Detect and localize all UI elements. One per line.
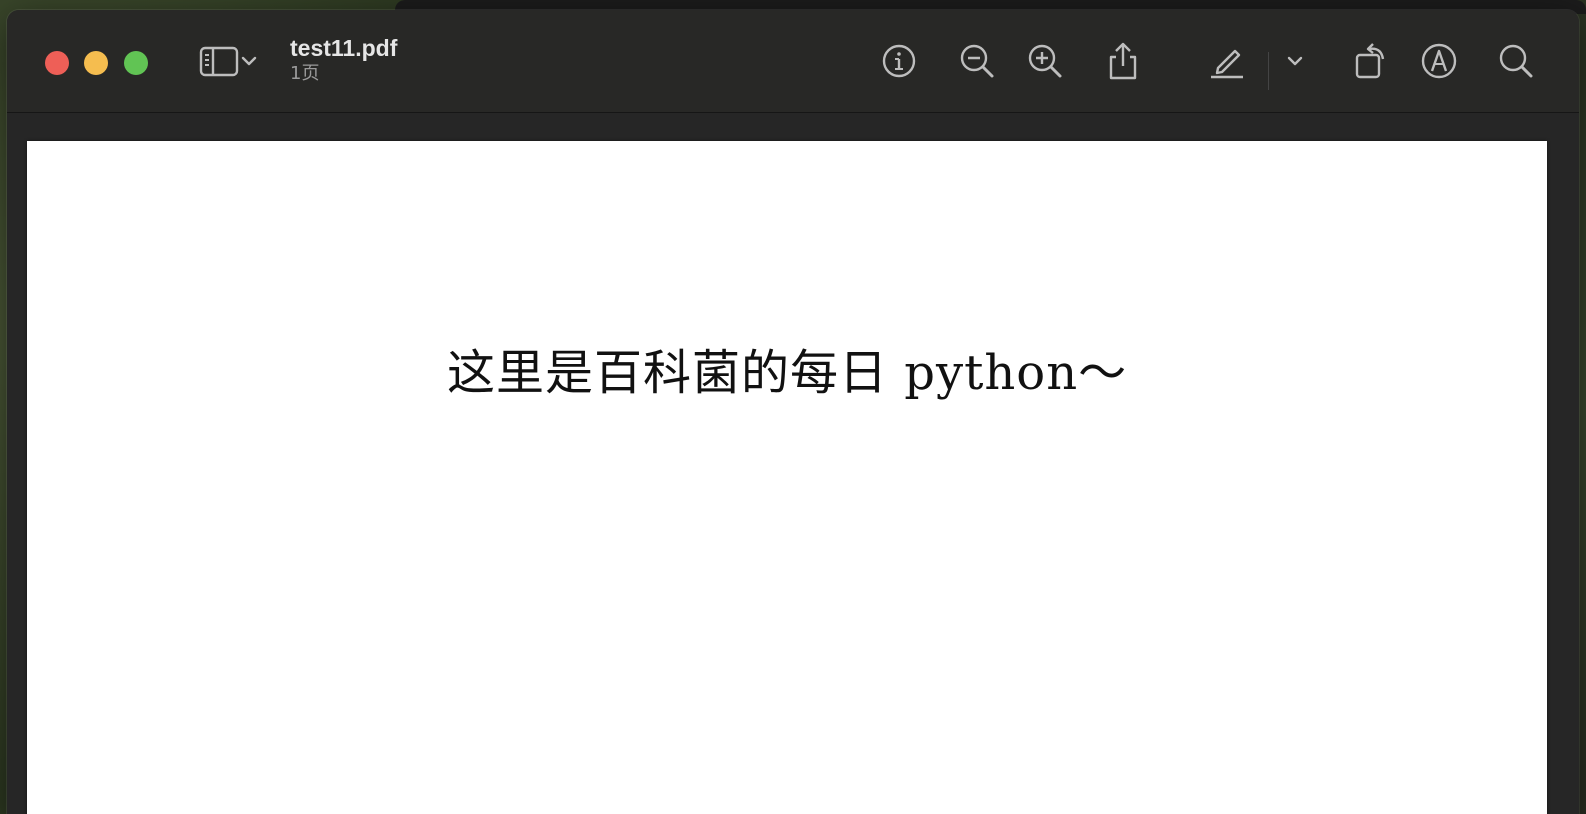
zoom-in-icon xyxy=(1028,44,1062,78)
share-icon xyxy=(1109,42,1137,80)
window-title-block: test11.pdf 1页 xyxy=(290,34,397,86)
info-icon xyxy=(882,44,916,78)
info-button[interactable] xyxy=(876,38,922,84)
chevron-down-icon xyxy=(1287,56,1303,66)
pdf-page[interactable]: 这里是百科菌的每日 python～ xyxy=(27,141,1547,814)
toolbar: test11.pdf 1页 xyxy=(7,10,1579,113)
maximize-button[interactable] xyxy=(124,51,148,75)
page-count: 1页 xyxy=(290,63,320,84)
document-viewport[interactable]: 这里是百科菌的每日 python～ xyxy=(7,113,1579,814)
markup-button[interactable] xyxy=(1416,38,1462,84)
pencil-icon xyxy=(1211,49,1243,79)
chevron-down-icon xyxy=(241,56,257,66)
rotate-button[interactable] xyxy=(1347,38,1393,84)
search-button[interactable] xyxy=(1493,38,1539,84)
sidebar-options-button[interactable] xyxy=(235,38,263,84)
close-button[interactable] xyxy=(45,51,69,75)
share-button[interactable] xyxy=(1100,38,1146,84)
highlight-button[interactable] xyxy=(1204,38,1250,84)
zoom-in-button[interactable] xyxy=(1022,38,1068,84)
rotate-icon xyxy=(1355,43,1385,79)
minimize-button[interactable] xyxy=(84,51,108,75)
search-icon xyxy=(1499,44,1533,78)
page-text: 这里是百科菌的每日 python～ xyxy=(447,345,1128,401)
toolbar-divider xyxy=(1268,52,1269,90)
zoom-out-button[interactable] xyxy=(954,38,1000,84)
document-title: test11.pdf xyxy=(290,35,398,61)
markup-icon xyxy=(1421,43,1457,79)
preview-window: test11.pdf 1页 这里是百科菌的每日 python～ xyxy=(7,10,1579,814)
highlight-options-button[interactable] xyxy=(1280,38,1310,84)
zoom-out-icon xyxy=(960,44,994,78)
sidebar-icon xyxy=(199,46,239,77)
